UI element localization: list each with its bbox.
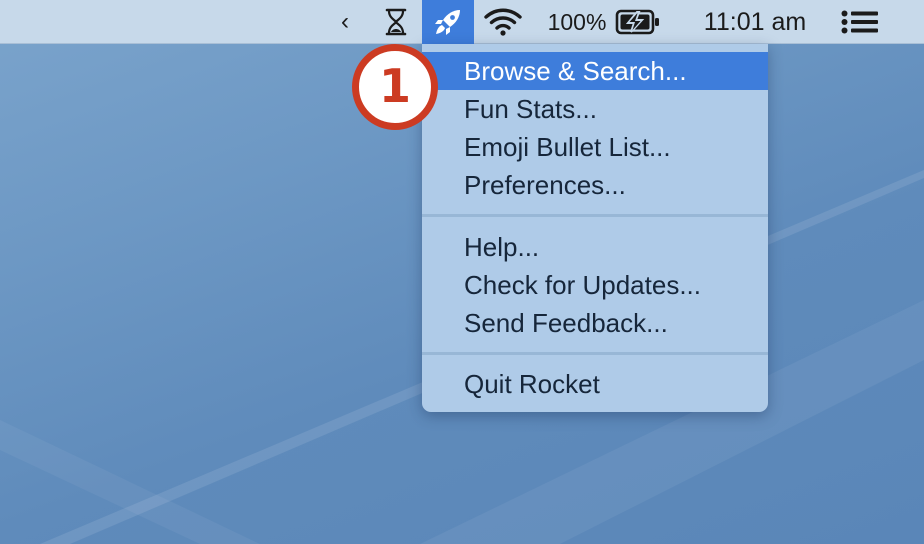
desktop-background: ‹ 100% 11:01 am Browse & Search... Fun S…	[0, 0, 924, 544]
battery-percentage[interactable]: 100%	[544, 0, 610, 44]
step-number: 1	[378, 59, 411, 113]
menu-item-preferences[interactable]: Preferences...	[422, 166, 768, 204]
menu-item-browse-search[interactable]: Browse & Search...	[422, 52, 768, 90]
wifi-icon[interactable]	[480, 0, 526, 44]
menu-item-send-feedback[interactable]: Send Feedback...	[422, 304, 768, 342]
list-icon[interactable]	[836, 0, 884, 44]
rocket-icon	[435, 10, 460, 35]
menu-separator	[422, 214, 768, 217]
menu-item-quit-rocket[interactable]: Quit Rocket	[422, 365, 768, 403]
rocket-dropdown-menu: Browse & Search... Fun Stats... Emoji Bu…	[422, 44, 768, 412]
menubar-clock[interactable]: 11:01 am	[696, 0, 814, 44]
menu-separator	[422, 352, 768, 355]
rocket-menu-extra[interactable]	[422, 0, 474, 44]
hourglass-icon[interactable]	[380, 0, 412, 44]
menu-bar: ‹ 100% 11:01 am	[0, 0, 924, 44]
menu-item-help[interactable]: Help...	[422, 228, 768, 266]
menu-item-emoji-bullet-list[interactable]: Emoji Bullet List...	[422, 128, 768, 166]
chevron-left-icon[interactable]: ‹	[332, 0, 358, 44]
step-number-badge: 1	[352, 44, 438, 130]
menu-item-fun-stats[interactable]: Fun Stats...	[422, 90, 768, 128]
battery-charging-icon[interactable]	[612, 0, 664, 44]
menu-item-check-updates[interactable]: Check for Updates...	[422, 266, 768, 304]
